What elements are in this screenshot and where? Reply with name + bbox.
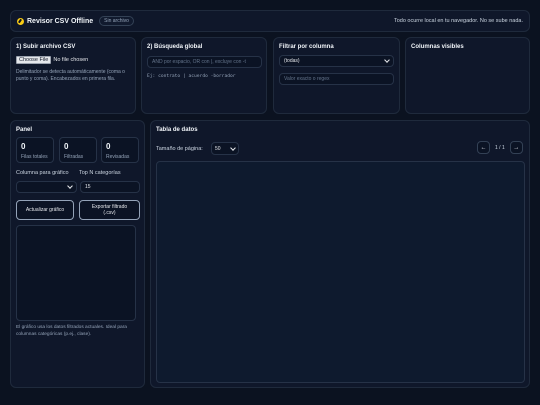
privacy-note: Todo ocurre local en tu navegador. No se… <box>393 18 523 24</box>
chart-column-label: Columna para gráfico <box>16 170 69 176</box>
stat-label: Filtradas <box>64 154 84 160</box>
search-example: Ej: contrato | acuerdo -borrador <box>147 74 236 79</box>
chart-column-select[interactable] <box>16 181 77 193</box>
export-filtered-button[interactable]: Exportar filtrado (.csv) <box>79 200 140 220</box>
panel-title: Panel <box>16 127 33 133</box>
filter-title: Filtrar por columna <box>279 44 334 50</box>
stat-total-rows: 0 Filas totales <box>16 137 54 163</box>
global-search-input[interactable]: AND por espacio, OR con |, excluye con -… <box>147 56 262 68</box>
search-title: 2) Búsqueda global <box>147 44 203 50</box>
app-title: Revisor CSV Offline <box>27 17 94 25</box>
chart-footnote: El gráfico usa los datos filtrados actua… <box>16 325 127 337</box>
search-placeholder: AND por espacio, OR con |, excluye con -… <box>152 59 246 65</box>
stat-value: 0 <box>64 142 69 151</box>
page-size-value: 50 <box>215 145 221 152</box>
page-size-select[interactable]: 50 <box>211 142 239 155</box>
page-info: 1 / 1 <box>495 144 505 151</box>
chart-canvas <box>16 225 136 321</box>
filter-column-select[interactable]: (todas) <box>279 55 394 67</box>
next-page-button[interactable]: → <box>509 141 523 154</box>
stat-label: Filas totales <box>21 154 48 160</box>
topn-input[interactable]: 15 <box>80 181 140 193</box>
filter-value-placeholder: Valor exacto o regex <box>284 76 330 82</box>
page-size-label: Tamaño de página: <box>156 146 203 152</box>
upload-panel: 1) Subir archivo CSV Choose File No file… <box>10 37 136 114</box>
choose-file-button[interactable]: Choose File <box>16 56 52 64</box>
chevron-down-icon <box>67 183 73 189</box>
stat-value: 0 <box>106 142 111 151</box>
table-panel: Tabla de datos Tamaño de página: 50 ← 1 … <box>150 120 530 388</box>
filter-panel: Filtrar por columna (todas) Valor exacto… <box>273 37 400 114</box>
stat-filtered: 0 Filtradas <box>59 137 97 163</box>
compass-icon <box>17 17 24 25</box>
prev-page-button[interactable]: ← <box>477 141 490 154</box>
topn-label: Top N categorías <box>79 170 121 176</box>
file-status-badge: Sin archivo <box>99 16 134 26</box>
topn-value: 15 <box>85 184 91 190</box>
filter-value-input[interactable]: Valor exacto o regex <box>279 73 394 85</box>
chevron-down-icon <box>384 57 390 63</box>
update-chart-button[interactable]: Actualizar gráfico <box>16 200 74 220</box>
stats-panel: Panel 0 Filas totales 0 Filtradas 0 Revi… <box>10 120 145 388</box>
stat-value: 0 <box>21 142 26 151</box>
filter-column-value: (todas) <box>284 58 300 64</box>
file-input[interactable]: Choose File No file chosen <box>16 56 88 64</box>
search-panel: 2) Búsqueda global AND por espacio, OR c… <box>141 37 267 114</box>
columns-title: Columnas visibles <box>411 44 464 50</box>
data-table <box>156 161 525 383</box>
pagination: ← 1 / 1 → <box>477 141 523 154</box>
stat-label: Revisadas <box>106 154 130 160</box>
chevron-down-icon <box>230 144 236 151</box>
stat-reviewed: 0 Revisadas <box>101 137 139 163</box>
table-title: Tabla de datos <box>156 127 198 133</box>
upload-title: 1) Subir archivo CSV <box>16 44 76 50</box>
columns-panel: Columnas visibles <box>405 37 530 114</box>
file-chosen-status: No file chosen <box>53 57 89 63</box>
app-header: Revisor CSV Offline Sin archivo Todo ocu… <box>10 10 530 32</box>
upload-hint: Delimitador se detecta automáticamente (… <box>16 69 125 82</box>
